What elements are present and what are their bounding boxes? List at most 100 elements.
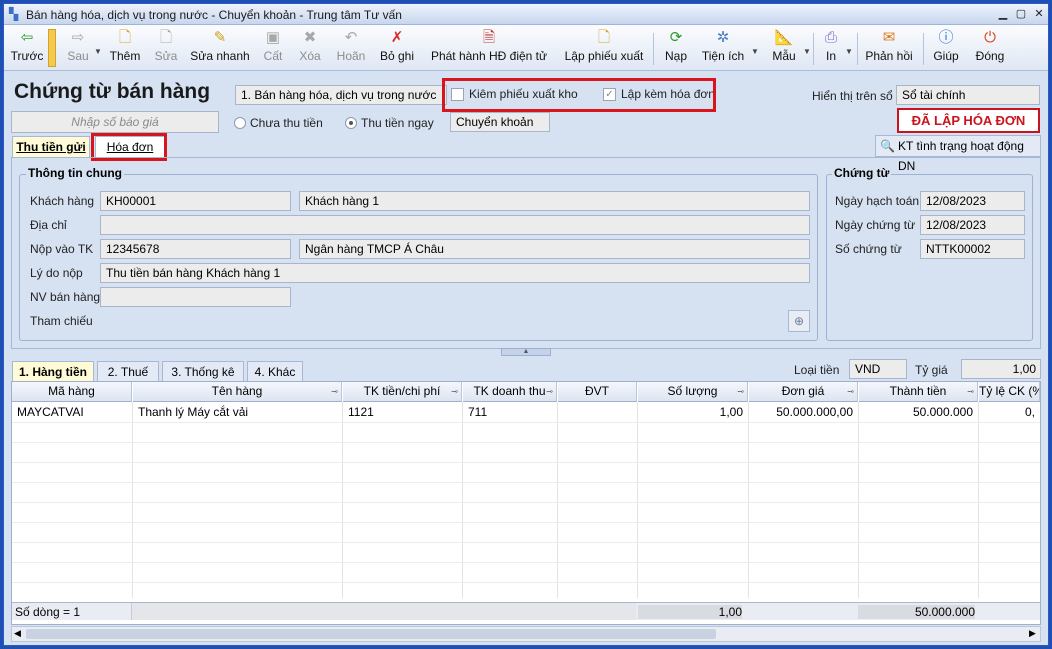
pin-icon[interactable]: ⊸ [967,382,974,401]
load-button[interactable]: ⟳ Nạp [659,27,693,69]
grid-cell[interactable]: 1,00 [643,405,743,419]
highlight-box [442,78,716,112]
address-label: Địa chỉ [30,218,67,232]
edit-button[interactable]: 🗋 Sửa [150,27,182,69]
quick-edit-button[interactable]: ✎ Sửa nhanh [189,27,251,69]
kt-status-button[interactable]: 🔍 KT tình trạng hoạt động DN [875,135,1041,173]
voucher-title: Chứng từ [832,166,892,180]
arrow-left-icon: ⇦ [20,29,34,46]
sales-staff-input[interactable] [100,287,291,307]
voucher-number-input[interactable]: NTTK00002 [920,239,1025,259]
utilities-button[interactable]: ✲ Tiện ích [699,27,747,69]
grid-header-3[interactable]: TK doanh thu ⊸ [463,382,557,402]
save-button[interactable]: ▣ Cất [259,27,287,69]
delete-button[interactable]: ✖ Xóa [293,27,327,69]
grid-col-line [342,402,343,598]
grid-col-line [978,402,979,598]
horizontal-scrollbar[interactable]: ◀ ▶ [11,626,1041,642]
edit-document-icon: 🗋 [159,29,173,46]
next-dropdown-icon[interactable]: ▼ [94,47,102,56]
maximize-icon[interactable]: ▢ [1013,7,1029,21]
tab-receipt[interactable]: Thu tiền gửi [12,136,90,158]
e-invoice-button[interactable]: 🗎 Phát hành HĐ điện tử [428,27,550,69]
grid-cell[interactable]: MAYCATVAI [17,405,127,419]
address-input[interactable] [100,215,810,235]
reference-add-icon[interactable]: ⊕ [788,310,810,332]
grid-header-4[interactable]: ĐVT [558,382,637,402]
voucher-date-input[interactable]: 12/08/2023 [920,215,1025,235]
scroll-left-icon[interactable]: ◀ [14,628,21,639]
tab-other[interactable]: 4. Khác [247,361,303,383]
back-button[interactable]: ⇦ Trước [6,27,48,69]
display-ledger-select[interactable]: Sổ tài chính [896,85,1040,105]
scroll-thumb[interactable] [26,629,716,639]
account-number-input[interactable]: 12345678 [100,239,291,259]
pin-icon[interactable]: ⊸ [451,382,458,401]
delete-icon: ✖ [303,29,317,46]
exchange-rate-input[interactable]: 1,00 [961,359,1041,379]
tab-tax[interactable]: 2. Thuế [97,361,159,383]
toolbar-separator [653,33,654,65]
grid-header-0[interactable]: Mã hàng [12,382,132,402]
grid-header-8[interactable]: Tỷ lệ CK (%) [979,382,1040,402]
grid-header-7[interactable]: Thành tiền ⊸ [859,382,978,402]
customer-code-input[interactable]: KH00001 [100,191,291,211]
posting-date-input[interactable]: 12/08/2023 [920,191,1025,211]
grid-cell[interactable]: 1121 [348,405,457,419]
sale-type-select[interactable]: 1. Bán hàng hóa, dịch vụ trong nước [235,85,447,105]
help-button[interactable]: ⓘ Giúp [929,27,963,69]
invoiced-badge: ĐÃ LẬP HÓA ĐƠN [897,108,1040,133]
pin-icon[interactable]: ⊸ [737,382,744,401]
grid-cell[interactable]: 50.000.000 [864,405,973,419]
pin-icon[interactable]: ⊸ [331,382,338,401]
paid-radio[interactable] [345,117,357,129]
unpaid-label: Chưa thu tiền [250,116,323,130]
print-dropdown-icon[interactable]: ▼ [845,47,853,56]
template-button[interactable]: 📐 Mẫu [764,27,804,69]
collapse-handle[interactable]: ▲ [501,348,551,356]
grid-cell[interactable]: 0, [984,405,1035,419]
title-bar: ▚ Bán hàng hóa, dịch vụ trong nước - Chu… [4,4,1048,25]
grid-cell[interactable]: Thanh lý Máy cắt vải [138,405,337,419]
quote-number-input[interactable]: Nhập số báo giá [11,111,219,133]
unpost-button[interactable]: ✗ Bỏ ghi [376,27,418,69]
scroll-right-icon[interactable]: ▶ [1029,628,1036,639]
undo-button[interactable]: ↶ Hoãn [332,27,370,69]
search-globe-icon: 🔍 [880,139,895,153]
back-dropdown[interactable] [48,29,56,67]
grid-header-5[interactable]: Số lượng ⊸ [638,382,748,402]
grid-col-line [132,402,133,598]
pin-icon[interactable]: ⊸ [546,382,553,401]
payment-method-select[interactable]: Chuyển khoản [450,112,550,132]
main-window: ▚ Bán hàng hóa, dịch vụ trong nước - Chu… [3,3,1049,646]
create-export-voucher-button[interactable]: 🗋 Lập phiếu xuất [560,27,648,69]
grid-cell[interactable]: 711 [468,405,552,419]
tab-statistics[interactable]: 3. Thống kê [162,361,244,383]
utilities-dropdown-icon[interactable]: ▼ [751,47,759,56]
feedback-button[interactable]: ✉ Phản hồi [862,27,916,69]
grid-header-6[interactable]: Đơn giá ⊸ [749,382,858,402]
e-invoice-icon: 🗎 [482,29,496,46]
next-button[interactable]: ⇨ Sau [59,27,97,69]
pin-icon[interactable]: ⊸ [847,382,854,401]
grid-col-line [462,402,463,598]
currency-select[interactable]: VND [849,359,907,379]
mail-icon: ✉ [882,29,896,46]
template-dropdown-icon[interactable]: ▼ [803,47,811,56]
grid-cell[interactable]: 50.000.000,00 [754,405,853,419]
close-button[interactable]: ⏻ Đóng [971,27,1009,69]
print-button[interactable]: ⎙ In [817,27,845,69]
tab-goods-money[interactable]: 1. Hàng tiền [12,361,94,383]
unpaid-radio[interactable] [234,117,246,129]
reason-input[interactable]: Thu tiền bán hàng Khách hàng 1 [100,263,810,283]
customer-name-input[interactable]: Khách hàng 1 [299,191,810,211]
ruler-icon: 📐 [774,29,794,46]
undo-icon: ↶ [344,29,358,46]
minimize-icon[interactable]: ▁ [995,7,1011,21]
add-button[interactable]: 🗋 Thêm [107,27,143,69]
grid-header-1[interactable]: Tên hàng ⊸ [133,382,342,402]
window-title: Bán hàng hóa, dịch vụ trong nước - Chuyể… [26,8,402,22]
grid-header-2[interactable]: TK tiền/chi phí ⊸ [343,382,462,402]
bank-name-input[interactable]: Ngân hàng TMCP Á Châu [299,239,810,259]
close-window-icon[interactable]: ✕ [1031,7,1047,21]
